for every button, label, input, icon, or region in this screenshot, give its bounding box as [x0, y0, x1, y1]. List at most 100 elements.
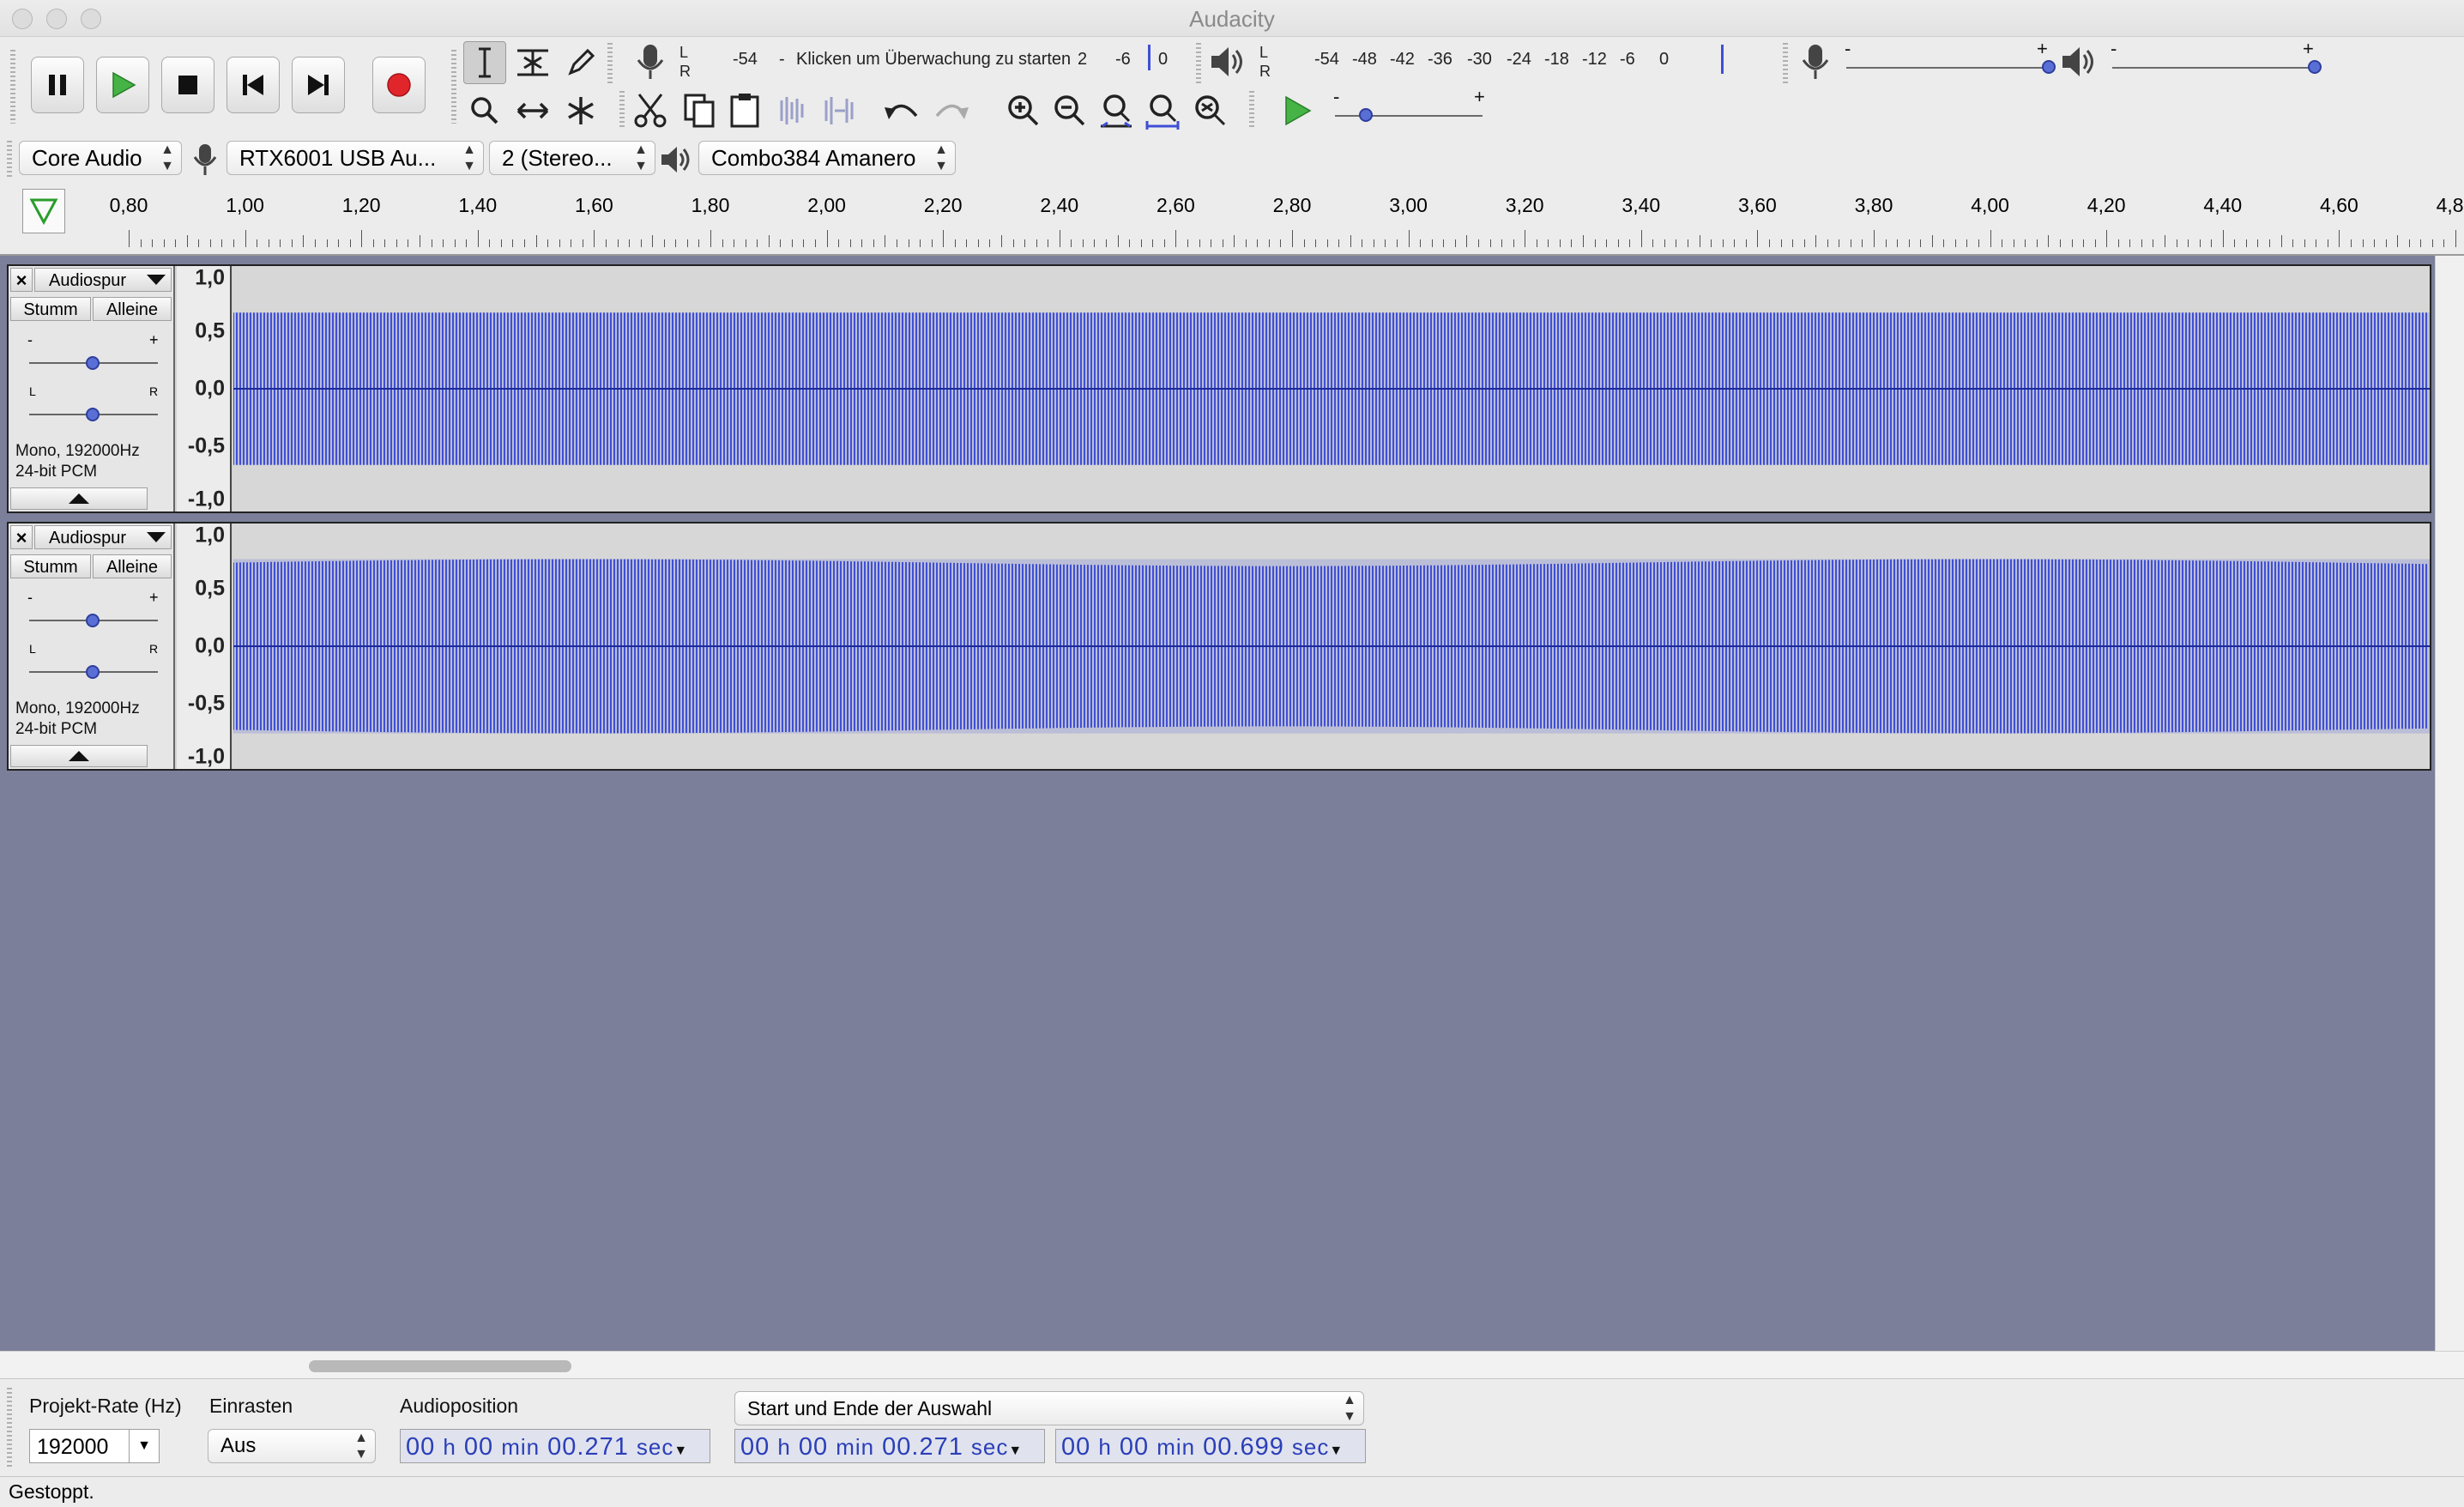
transport-toolbar-grip[interactable] — [10, 50, 15, 124]
track-solo-button[interactable]: Alleine — [93, 554, 172, 578]
ruler-tick — [1954, 239, 1956, 247]
pan-slider[interactable] — [86, 665, 100, 679]
snap-select[interactable]: Aus ▲ ▼ — [208, 1429, 376, 1463]
draw-tool[interactable] — [559, 41, 602, 84]
gain-minus-label: - — [27, 331, 33, 348]
timeline-quick-play-toggle[interactable] — [22, 189, 65, 233]
record-device-select[interactable]: RTX6001 USB Au... ▲ ▼ — [226, 141, 484, 175]
play-at-speed-grip[interactable] — [1249, 91, 1254, 129]
pan-slider[interactable] — [86, 408, 100, 421]
undo-button[interactable] — [880, 89, 923, 132]
vertical-scrollbar[interactable] — [2435, 256, 2464, 1351]
gain-slider[interactable] — [86, 614, 100, 627]
selection-start-time[interactable]: 00 h 00 min 00.271 sec▼ — [734, 1429, 1045, 1463]
status-text: Gestoppt. — [9, 1480, 94, 1503]
record-meter-button[interactable] — [631, 43, 669, 87]
ruler-tick — [1036, 239, 1037, 247]
envelope-tool[interactable] — [511, 41, 554, 84]
record-channels-select[interactable]: 2 (Stereo... ▲ ▼ — [489, 141, 655, 175]
timeline-ruler[interactable]: 0,80 1,00 1,20 1,40 1,60 1,80 2,00 2,20 2,40 2,60… — [0, 185, 2464, 256]
pause-button[interactable] — [31, 57, 84, 113]
waveform[interactable] — [233, 524, 2430, 769]
tools-toolbar-grip[interactable] — [451, 50, 456, 124]
ruler-tick — [547, 239, 549, 247]
copy-button[interactable] — [678, 89, 721, 132]
fit-selection-button[interactable] — [1095, 89, 1138, 132]
time-format-arrow-icon[interactable]: ▼ — [1329, 1443, 1344, 1458]
track-close-button[interactable]: × — [10, 525, 33, 549]
time-shift-tool[interactable] — [511, 89, 554, 132]
edit-toolbar-grip[interactable] — [619, 91, 625, 129]
selection-end-time[interactable]: 00 h 00 min 00.699 sec▼ — [1055, 1429, 1366, 1463]
project-rate-combo[interactable]: 192000 ▼ — [29, 1429, 160, 1463]
device-toolbar-grip[interactable] — [7, 141, 12, 179]
skip-to-start-button[interactable] — [226, 57, 280, 113]
track-collapse-button[interactable] — [10, 487, 148, 510]
playback-volume-slider[interactable]: - + — [2109, 38, 2323, 79]
playback-device-select[interactable]: Combo384 Amanero ▲ ▼ — [698, 141, 956, 175]
audio-host-select[interactable]: Core Audio ▲ ▼ — [19, 141, 182, 175]
record-meter-peak — [1148, 45, 1150, 70]
track-vertical-ruler[interactable]: 1,0 0,5 0,0 -0,5 -1,0 — [177, 524, 232, 769]
track-workspace[interactable]: × Audiospur Stumm Alleine - + L R Mono, … — [0, 256, 2464, 1351]
audio-track[interactable]: × Audiospur Stumm Alleine - + L R Mono, … — [7, 522, 2431, 771]
track-collapse-button[interactable] — [10, 745, 148, 767]
cut-button[interactable] — [630, 89, 673, 132]
play-speed-thumb[interactable] — [1358, 108, 1373, 122]
record-meter[interactable]: -54 - Klicken um Überwachung zu starten … — [693, 45, 1182, 81]
play-meter-grip[interactable] — [1196, 43, 1201, 86]
waveform[interactable] — [233, 266, 2430, 511]
track-vertical-ruler[interactable]: 1,0 0,5 0,0 -0,5 -1,0 — [177, 266, 232, 511]
multi-tool[interactable] — [559, 89, 602, 132]
mixer-toolbar-grip[interactable] — [1783, 43, 1788, 86]
audio-position-time[interactable]: 00 h 00 min 00.271 sec▼ — [400, 1429, 710, 1463]
record-volume-slider[interactable]: - + — [1843, 38, 2057, 79]
selection-toolbar-grip[interactable] — [7, 1388, 12, 1468]
zoom-tool[interactable] — [463, 89, 506, 132]
zoom-toggle-button[interactable] — [1189, 89, 1232, 132]
ruler-tick — [2292, 239, 2294, 247]
ruler-tick — [989, 239, 991, 247]
track-name-menu[interactable]: Audiospur — [34, 525, 172, 549]
time-format-arrow-icon[interactable]: ▼ — [1008, 1443, 1023, 1458]
gain-slider[interactable] — [86, 356, 100, 370]
playback-volume-thumb[interactable] — [2308, 60, 2322, 74]
stop-button[interactable] — [161, 57, 214, 113]
play-meter-channel-r: R — [1259, 63, 1271, 80]
track-control-panel[interactable]: × Audiospur Stumm Alleine - + L R Mono, … — [9, 266, 175, 511]
track-name-menu[interactable]: Audiospur — [34, 268, 172, 292]
ruler-tick — [326, 239, 328, 247]
record-button[interactable] — [372, 57, 426, 113]
play-at-speed-button[interactable] — [1277, 89, 1320, 132]
horizontal-scrollbar[interactable] — [0, 1351, 2464, 1379]
play-meter[interactable]: -54 -48 -42 -36 -30 -24 -18 -12 -6 0 — [1277, 45, 1769, 81]
record-volume-thumb[interactable] — [2042, 60, 2056, 74]
play-speed-slider[interactable]: - + — [1330, 86, 1493, 125]
ruler-tick — [396, 239, 397, 247]
record-device-icon-wrap — [190, 142, 220, 181]
selection-mode-select[interactable]: Start und Ende der Auswahl ▲ ▼ — [734, 1391, 1364, 1425]
ruler-tick — [198, 239, 200, 247]
time-format-arrow-icon[interactable]: ▼ — [673, 1443, 688, 1458]
audio-track[interactable]: × Audiospur Stumm Alleine - + L R Mono, … — [7, 264, 2431, 513]
trim-audio-button[interactable] — [772, 89, 815, 132]
ruler-tick — [1780, 239, 1782, 247]
track-control-panel[interactable]: × Audiospur Stumm Alleine - + L R Mono, … — [9, 524, 175, 769]
fit-project-button[interactable] — [1141, 89, 1184, 132]
track-solo-button[interactable]: Alleine — [93, 297, 172, 321]
play-button[interactable] — [96, 57, 149, 113]
play-meter-button[interactable] — [1208, 43, 1247, 85]
paste-button[interactable] — [724, 89, 767, 132]
dropdown-arrow-icon[interactable]: ▼ — [129, 1430, 159, 1462]
horizontal-scrollbar-thumb[interactable] — [309, 1360, 571, 1372]
skip-to-end-button[interactable] — [292, 57, 345, 113]
zoom-in-button[interactable] — [1002, 89, 1045, 132]
record-meter-grip[interactable] — [607, 43, 613, 86]
track-mute-button[interactable]: Stumm — [10, 554, 91, 578]
redo-button[interactable] — [930, 89, 973, 132]
track-mute-button[interactable]: Stumm — [10, 297, 91, 321]
zoom-out-button[interactable] — [1048, 89, 1091, 132]
selection-tool[interactable] — [463, 41, 506, 84]
track-close-button[interactable]: × — [10, 268, 33, 292]
silence-audio-button[interactable] — [818, 89, 861, 132]
